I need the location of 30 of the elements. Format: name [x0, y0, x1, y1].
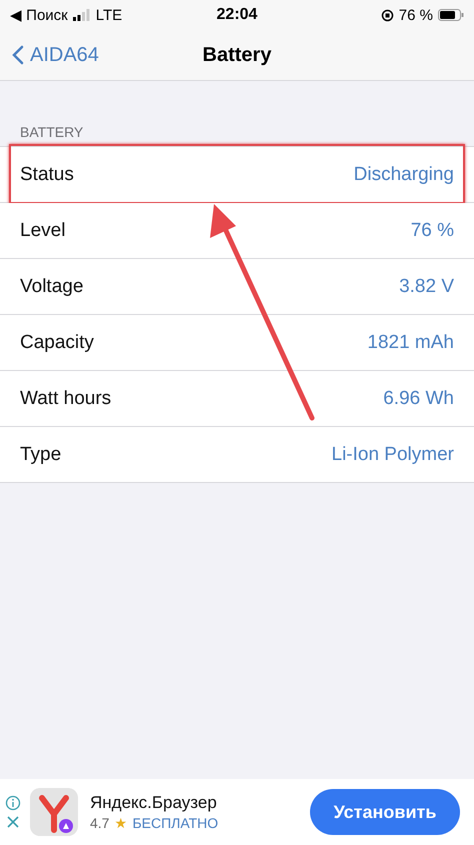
row-value: Li-Ion Polymer — [332, 444, 454, 466]
rotation-lock-icon — [380, 8, 394, 22]
row-value: 3.82 V — [399, 276, 454, 298]
row-value: 6.96 Wh — [383, 388, 454, 410]
section-header: BATTERY — [20, 124, 84, 140]
network-label: LTE — [96, 6, 122, 24]
install-button[interactable]: Установить — [310, 789, 460, 835]
page-title: Battery — [202, 44, 272, 66]
row-value: 76 % — [410, 220, 454, 242]
row-value: 1821 mAh — [367, 332, 454, 354]
row-label: Type — [20, 444, 62, 466]
clock: 22:04 — [216, 6, 258, 24]
row-label: Status — [20, 164, 74, 186]
star-icon: ★ — [114, 815, 128, 831]
rating: 4.7 — [90, 815, 110, 831]
battery-percent: 76 % — [398, 6, 433, 24]
back-app-label[interactable]: ◀ Поиск — [10, 6, 68, 24]
app-name: Яндекс.Браузер — [90, 793, 218, 813]
signal-icon — [72, 9, 91, 21]
battery-icon — [438, 9, 464, 21]
row-value: Discharging — [354, 164, 454, 186]
chevron-left-icon — [12, 45, 24, 65]
back-button[interactable]: AIDA64 — [0, 42, 105, 68]
row-label: Level — [20, 220, 66, 242]
row-label: Capacity — [20, 332, 94, 354]
price-label: БЕСПЛАТНО — [132, 815, 218, 831]
info-icon[interactable] — [5, 795, 21, 811]
row-label: Watt hours — [20, 388, 112, 410]
close-icon[interactable] — [6, 815, 20, 829]
row-label: Voltage — [20, 276, 84, 298]
